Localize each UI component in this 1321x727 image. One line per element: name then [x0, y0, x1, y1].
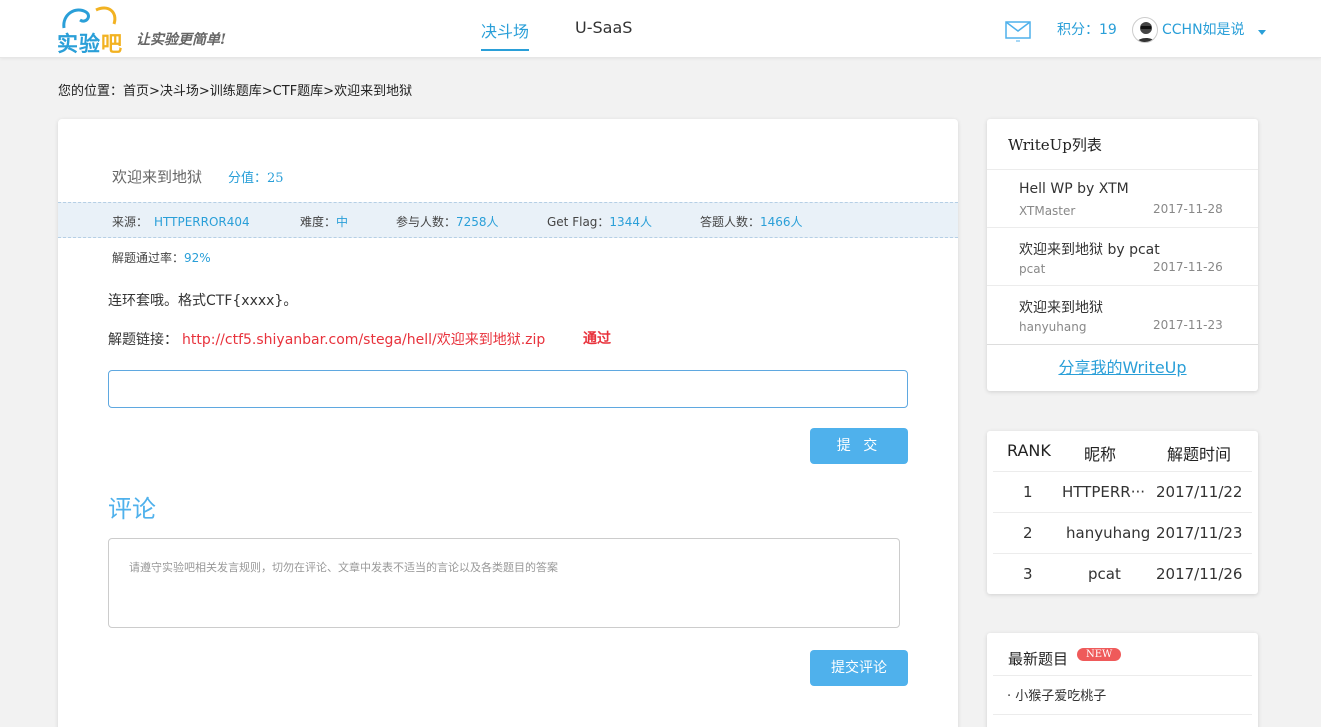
- logo-main-text: 实验: [57, 32, 101, 56]
- pass-rate-value: 92%: [184, 251, 211, 265]
- pass-rate-label: 解题通过率：: [112, 251, 185, 265]
- writeup-item[interactable]: 欢迎来到地狱 hanyuhang 2017-11-23: [987, 285, 1258, 343]
- avatar-face-icon: [1136, 22, 1156, 42]
- problem-description: 连环套哦。格式CTF{xxxx}。: [108, 293, 298, 309]
- rank-number: 2: [1023, 524, 1033, 542]
- writeup-date: 2017-11-23: [1153, 318, 1223, 332]
- difficulty-label: 难度：: [300, 215, 337, 229]
- latest-problems-title: 最新题目: [1008, 650, 1069, 668]
- top-navbar: 实验吧 让实验更简单! 决斗场 U-SaaS 积分：19 CCHN如是说: [0, 0, 1321, 58]
- participants-info: 参与人数：7258人: [396, 213, 499, 230]
- latest-problem-item[interactable]: · 小猴子爱吃桃子: [993, 675, 1252, 715]
- user-avatar[interactable]: [1132, 17, 1158, 43]
- getflag-label: Get Flag：: [547, 215, 610, 229]
- score-value: 25: [267, 171, 284, 186]
- getflag-info: Get Flag：1344人: [547, 213, 652, 230]
- rank-time: 2017/11/22: [1156, 483, 1243, 501]
- points-value: 19: [1099, 22, 1117, 38]
- rank-number: 1: [1023, 483, 1033, 501]
- writeup-list-card: WriteUp列表 Hell WP by XTM XTMaster 2017-1…: [987, 119, 1258, 391]
- flag-input[interactable]: [108, 370, 908, 408]
- writeup-date: 2017-11-28: [1153, 202, 1223, 216]
- problem-panel: 欢迎来到地狱 分值：25 来源： HTTPERROR404 难度：中 参与人数：7…: [58, 119, 958, 727]
- new-badge: NEW: [1077, 648, 1122, 661]
- rank-nickname[interactable]: pcat: [1088, 565, 1121, 583]
- mail-icon[interactable]: [1005, 20, 1031, 42]
- getflag-value: 1344人: [609, 215, 652, 229]
- difficulty-value: 中: [336, 215, 349, 229]
- rank-header: RANK: [1007, 441, 1051, 460]
- rank-nickname[interactable]: HTTPERR···: [1062, 483, 1145, 501]
- pass-rate: 解题通过率：92%: [112, 249, 211, 266]
- rank-time: 2017/11/26: [1156, 565, 1243, 583]
- writeup-list-title: WriteUp列表: [1008, 136, 1102, 154]
- share-writeup-link[interactable]: 分享我的WriteUp: [987, 344, 1258, 391]
- rank-number: 3: [1023, 565, 1033, 583]
- writeup-name[interactable]: Hell WP by XTM: [1019, 181, 1129, 197]
- nav-usaas[interactable]: U-SaaS: [575, 18, 632, 37]
- nav-duel-arena[interactable]: 决斗场: [481, 18, 530, 51]
- rank-card: RANK 昵称 解题时间 1 HTTPERR··· 2017/11/22 2 h…: [987, 431, 1258, 594]
- user-menu-chevron-down-icon[interactable]: [1258, 30, 1266, 35]
- writeup-author: hanyuhang: [1019, 320, 1087, 334]
- participants-value: 7258人: [456, 215, 499, 229]
- comment-heading: 评论: [108, 495, 156, 523]
- writeup-item[interactable]: Hell WP by XTM XTMaster 2017-11-28: [987, 169, 1258, 227]
- problem-info-bar: 来源： HTTPERROR404 难度：中 参与人数：7258人 Get Flag…: [58, 202, 958, 238]
- answers-label: 答题人数：: [700, 215, 761, 229]
- site-logo[interactable]: 实验吧: [56, 4, 126, 56]
- comment-textarea[interactable]: 请遵守实验吧相关发言规则，切勿在评论、文章中发表不适当的言论以及各类题目的答案: [108, 538, 900, 628]
- site-slogan: 让实验更简单!: [136, 32, 227, 48]
- rank-time: 2017/11/23: [1156, 524, 1243, 542]
- problem-title: 欢迎来到地狱: [112, 168, 203, 186]
- nickname-header: 昵称: [1084, 445, 1117, 464]
- submit-comment-button[interactable]: 提交评论: [810, 650, 908, 686]
- logo-accent-text: 吧: [101, 32, 123, 56]
- writeup-name[interactable]: 欢迎来到地狱: [1019, 297, 1103, 317]
- rank-row: 1 HTTPERR··· 2017/11/22: [993, 471, 1252, 512]
- username-link[interactable]: CCHN如是说: [1162, 19, 1245, 39]
- writeup-date: 2017-11-26: [1153, 260, 1223, 274]
- rank-row: 3 pcat 2017/11/26: [993, 553, 1252, 594]
- problem-score: 分值：25: [228, 167, 284, 186]
- score-label: 分值：: [228, 171, 268, 186]
- points-label: 积分：: [1057, 22, 1099, 38]
- submit-flag-button[interactable]: 提 交: [810, 428, 908, 464]
- participants-label: 参与人数：: [396, 215, 457, 229]
- source-label: 来源：: [112, 215, 149, 229]
- difficulty-info: 难度：中: [300, 213, 348, 230]
- writeup-item[interactable]: 欢迎来到地狱 by pcat pcat 2017-11-26: [987, 227, 1258, 285]
- answers-value: 1466人: [760, 215, 803, 229]
- writeup-author: pcat: [1019, 262, 1046, 276]
- breadcrumb: 您的位置：首页>决斗场>训练题库>CTF题库>欢迎来到地狱: [58, 84, 413, 99]
- solve-time-header: 解题时间: [1167, 445, 1232, 464]
- writeup-name[interactable]: 欢迎来到地狱 by pcat: [1019, 239, 1160, 259]
- latest-problems-card: 最新题目 NEW · 小猴子爱吃桃子: [987, 633, 1258, 727]
- points-display: 积分：19: [1057, 19, 1117, 39]
- download-link-label: 解题链接：: [108, 332, 178, 348]
- rank-row: 2 hanyuhang 2017/11/23: [993, 512, 1252, 553]
- solved-status: 通过: [583, 331, 611, 347]
- source-info: 来源： HTTPERROR404: [112, 213, 250, 230]
- answers-info: 答题人数：1466人: [700, 213, 803, 230]
- source-value[interactable]: HTTPERROR404: [154, 215, 250, 229]
- writeup-author: XTMaster: [1019, 204, 1076, 218]
- download-link[interactable]: http://ctf5.shiyanbar.com/stega/hell/欢迎来…: [182, 329, 545, 349]
- rank-nickname[interactable]: hanyuhang: [1066, 524, 1150, 542]
